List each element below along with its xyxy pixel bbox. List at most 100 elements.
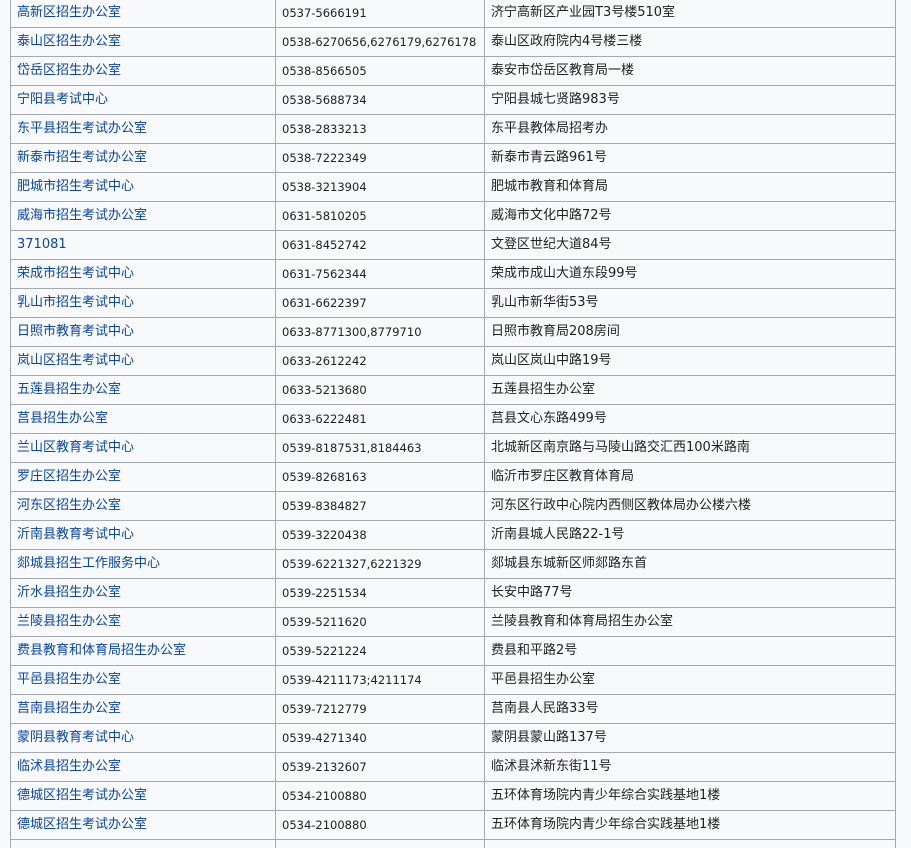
address-cell: 临沭县沭新东街11号 [484, 752, 896, 782]
office-name-link[interactable]: 费县教育和体育局招生办公室 [17, 643, 186, 658]
office-name-link[interactable]: 莒县招生办公室 [17, 411, 108, 426]
table-row: 河东区招生办公室 0539-8384827 河东区行政中心院内西侧区教体局办公楼六楼 [10, 491, 896, 521]
office-name-link[interactable]: 泰山区招生办公室 [17, 34, 121, 49]
office-name-link[interactable]: 371081 [17, 237, 67, 252]
office-name-link[interactable]: 荣成市招生考试中心 [17, 266, 134, 281]
office-name-cell [10, 839, 276, 848]
table-row: 乳山市招生考试中心 0631-6622397 乳山市新华街53号 [10, 288, 896, 318]
office-name-link[interactable]: 德城区招生考试办公室 [17, 817, 147, 832]
office-name-link[interactable]: 蒙阴县教育考试中心 [17, 730, 134, 745]
table-row: 东平县招生考试办公室 0538-2833213 东平县教体局招考办 [10, 114, 896, 144]
office-name-cell: 新泰市招生考试办公室 [10, 143, 276, 173]
phone-cell: 0539-8187531,8184463 [275, 433, 485, 463]
table-row [10, 839, 896, 848]
table-row: 莒南县招生办公室 0539-7212779 莒南县人民路33号 [10, 694, 896, 724]
address-cell: 新泰市青云路961号 [484, 143, 896, 173]
office-name-link[interactable]: 五莲县招生办公室 [17, 382, 121, 397]
address-cell: 蒙阴县蒙山路137号 [484, 723, 896, 753]
office-name-link[interactable]: 平邑县招生办公室 [17, 672, 121, 687]
office-name-link[interactable]: 威海市招生考试办公室 [17, 208, 147, 223]
office-name-link[interactable]: 岚山区招生考试中心 [17, 353, 134, 368]
office-name-cell: 宁阳县考试中心 [10, 85, 276, 115]
table-row: 岱岳区招生办公室 0538-8566505 泰安市岱岳区教育局一楼 [10, 56, 896, 86]
address-cell: 岚山区岚山中路19号 [484, 346, 896, 376]
office-name-link[interactable]: 临沭县招生办公室 [17, 759, 121, 774]
office-name-link[interactable]: 宁阳县考试中心 [17, 92, 108, 107]
address-cell: 东平县教体局招考办 [484, 114, 896, 144]
office-name-link[interactable]: 肥城市招生考试中心 [17, 179, 134, 194]
address-cell: 威海市文化中路72号 [484, 201, 896, 231]
office-name-cell: 莒南县招生办公室 [10, 694, 276, 724]
table-row: 五莲县招生办公室 0633-5213680 五莲县招生办公室 [10, 375, 896, 405]
office-name-link[interactable]: 岱岳区招生办公室 [17, 63, 121, 78]
phone-cell: 0537-5666191 [275, 0, 485, 28]
office-name-link[interactable]: 乳山市招生考试中心 [17, 295, 134, 310]
office-name-cell: 平邑县招生办公室 [10, 665, 276, 695]
office-name-cell: 郯城县招生工作服务中心 [10, 549, 276, 579]
address-cell: 五环体育场院内青少年综合实践基地1楼 [484, 810, 896, 840]
table-body: 高新区招生办公室 0537-5666191 济宁高新区产业园T3号楼510室泰山区招… [10, 0, 896, 848]
table-row: 高新区招生办公室 0537-5666191 济宁高新区产业园T3号楼510室 [10, 0, 896, 28]
office-name-link[interactable]: 兰陵县招生办公室 [17, 614, 121, 629]
office-name-cell: 乳山市招生考试中心 [10, 288, 276, 318]
address-cell: 肥城市教育和体育局 [484, 172, 896, 202]
office-name-cell: 威海市招生考试办公室 [10, 201, 276, 231]
office-name-link[interactable]: 兰山区教育考试中心 [17, 440, 134, 455]
address-cell: 河东区行政中心院内西侧区教体局办公楼六楼 [484, 491, 896, 521]
table-row: 371081 0631-8452742 文登区世纪大道84号 [10, 230, 896, 260]
phone-cell: 0538-8566505 [275, 56, 485, 86]
address-cell: 泰安市岱岳区教育局一楼 [484, 56, 896, 86]
address-cell: 乳山市新华街53号 [484, 288, 896, 318]
phone-cell: 0539-4271340 [275, 723, 485, 753]
office-name-cell: 肥城市招生考试中心 [10, 172, 276, 202]
phone-cell: 0633-2612242 [275, 346, 485, 376]
office-name-link[interactable]: 河东区招生办公室 [17, 498, 121, 513]
office-name-cell: 高新区招生办公室 [10, 0, 276, 28]
office-name-link[interactable]: 新泰市招生考试办公室 [17, 150, 147, 165]
address-cell: 长安中路77号 [484, 578, 896, 608]
table-row: 肥城市招生考试中心 0538-3213904 肥城市教育和体育局 [10, 172, 896, 202]
office-name-cell: 德城区招生考试办公室 [10, 810, 276, 840]
office-name-link[interactable]: 日照市教育考试中心 [17, 324, 134, 339]
phone-cell [275, 839, 485, 848]
address-cell [484, 839, 896, 848]
phone-cell: 0539-8268163 [275, 462, 485, 492]
address-cell: 泰山区政府院内4号楼三楼 [484, 27, 896, 57]
table-row: 莒县招生办公室 0633-6222481 莒县文心东路499号 [10, 404, 896, 434]
phone-cell: 0538-5688734 [275, 85, 485, 115]
office-name-link[interactable]: 德城区招生考试办公室 [17, 788, 147, 803]
office-name-link[interactable]: 郯城县招生工作服务中心 [17, 556, 160, 571]
phone-cell: 0631-5810205 [275, 201, 485, 231]
office-name-link[interactable]: 罗庄区招生办公室 [17, 469, 121, 484]
phone-cell: 0534-2100880 [275, 810, 485, 840]
office-name-cell: 岱岳区招生办公室 [10, 56, 276, 86]
office-name-cell: 德城区招生考试办公室 [10, 781, 276, 811]
address-cell: 沂南县城人民路22-1号 [484, 520, 896, 550]
address-cell: 费县和平路2号 [484, 636, 896, 666]
phone-cell: 0633-8771300,8779710 [275, 317, 485, 347]
address-cell: 临沂市罗庄区教育体育局 [484, 462, 896, 492]
table-row: 兰山区教育考试中心 0539-8187531,8184463 北城新区南京路与马陵山… [10, 433, 896, 463]
table-row: 蒙阴县教育考试中心 0539-4271340 蒙阴县蒙山路137号 [10, 723, 896, 753]
office-name-cell: 沂水县招生办公室 [10, 578, 276, 608]
phone-cell: 0539-8384827 [275, 491, 485, 521]
address-cell: 宁阳县城七贤路983号 [484, 85, 896, 115]
office-name-link[interactable]: 高新区招生办公室 [17, 5, 121, 20]
address-cell: 日照市教育局208房间 [484, 317, 896, 347]
office-name-link[interactable]: 沂水县招生办公室 [17, 585, 121, 600]
office-name-cell: 临沭县招生办公室 [10, 752, 276, 782]
table-row: 临沭县招生办公室 0539-2132607 临沭县沭新东街11号 [10, 752, 896, 782]
office-name-link[interactable]: 沂南县教育考试中心 [17, 527, 134, 542]
office-name-link[interactable]: 莒南县招生办公室 [17, 701, 121, 716]
phone-cell: 0534-2100880 [275, 781, 485, 811]
address-cell: 文登区世纪大道84号 [484, 230, 896, 260]
office-name-link[interactable]: 东平县招生考试办公室 [17, 121, 147, 136]
office-name-cell: 河东区招生办公室 [10, 491, 276, 521]
address-cell: 莒县文心东路499号 [484, 404, 896, 434]
table-row: 费县教育和体育局招生办公室 0539-5221224 费县和平路2号 [10, 636, 896, 666]
office-name-cell: 荣成市招生考试中心 [10, 259, 276, 289]
office-name-cell: 兰陵县招生办公室 [10, 607, 276, 637]
phone-cell: 0633-5213680 [275, 375, 485, 405]
address-cell: 济宁高新区产业园T3号楼510室 [484, 0, 896, 28]
office-name-cell: 罗庄区招生办公室 [10, 462, 276, 492]
